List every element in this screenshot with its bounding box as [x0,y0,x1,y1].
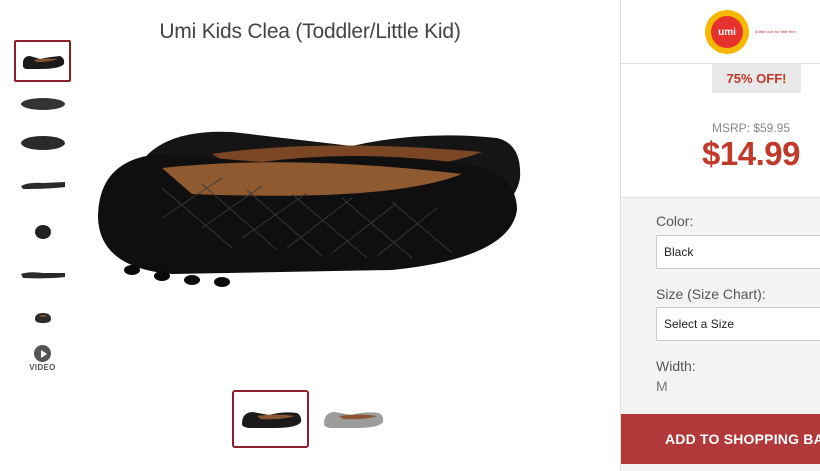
thumbnail-front-view[interactable] [14,210,71,252]
sale-price: $14.99 [702,135,800,172]
play-icon [34,345,51,362]
video-label: VIDEO [29,363,56,372]
main-product-image[interactable] [92,98,532,298]
color-label: Color: [656,213,694,229]
add-to-bag-button[interactable]: ADD TO SHOPPING BAG [621,414,820,464]
color-select[interactable]: Black [656,235,820,269]
thumbnail-bottom-view[interactable] [14,122,71,164]
swatch-silver[interactable] [314,390,391,448]
brand-logo-text: umi [711,16,743,48]
brand-header: umi a little love for little feet [621,0,820,64]
thumbnail-side-view[interactable] [14,40,71,82]
thumbnail-side-view-left[interactable] [14,82,71,124]
size-label: Size (Size Chart): [656,286,766,302]
width-label: Width: [656,358,696,374]
purchase-panel: umi a little love for little feet 75% OF… [620,0,820,471]
width-value: M [656,378,668,394]
msrp-price: MSRP: $59.95 [711,121,791,135]
product-title: Umi Kids Clea (Toddler/Little Kid) [159,20,461,43]
brand-tagline: a little love for little feet [755,29,796,34]
brand-logo[interactable]: umi [705,10,749,54]
swatch-black[interactable] [232,390,309,448]
video-thumbnail[interactable]: VIDEO [14,345,71,372]
thumbnail-back-view[interactable] [14,297,71,339]
thumbnail-profile-view[interactable] [14,164,71,206]
size-select[interactable]: Select a Size [656,307,820,341]
thumbnail-profile-view-right[interactable] [14,253,71,295]
discount-badge: 75% OFF! [712,63,801,93]
